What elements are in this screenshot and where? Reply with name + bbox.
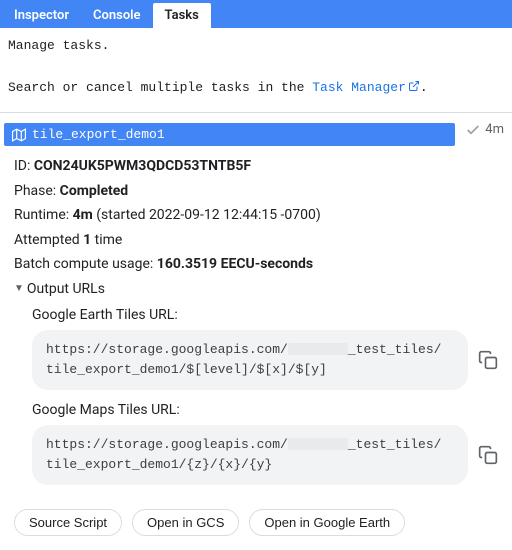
redacted-text	[288, 438, 348, 450]
output-urls-toggle[interactable]: ▼Output URLs	[14, 277, 498, 302]
gm-url-label: Google Maps Tiles URL:	[32, 398, 498, 423]
open-earth-button[interactable]: Open in Google Earth	[249, 509, 405, 536]
task-phase: Completed	[60, 183, 129, 199]
open-gcs-button[interactable]: Open in GCS	[132, 509, 239, 536]
gm-url-value: https://storage.googleapis.com/_test_til…	[32, 425, 468, 485]
intro-line1: Manage tasks.	[8, 36, 504, 57]
redacted-text	[288, 343, 348, 355]
external-link-icon	[408, 79, 420, 91]
tab-inspector[interactable]: Inspector	[2, 3, 81, 28]
task-id: CON24UK5PWM3QDCD53TNTB5F	[34, 158, 251, 174]
intro-text: Manage tasks. Search or cancel multiple …	[0, 28, 512, 113]
task-details: ID: CON24UK5PWM3QDCD53TNTB5F Phase: Comp…	[0, 146, 512, 507]
task-attempts: 1	[83, 232, 91, 248]
task-runtime: 4m	[73, 207, 93, 223]
task-header[interactable]: tile_export_demo1	[4, 123, 455, 146]
copy-gm-url-button[interactable]	[478, 445, 498, 465]
task-status-time: 4m	[485, 122, 504, 137]
tab-tasks[interactable]: Tasks	[153, 3, 211, 28]
tabs-bar: Inspector Console Tasks	[0, 0, 512, 28]
task-manager-link[interactable]: Task Manager	[312, 80, 420, 95]
map-icon	[12, 128, 26, 142]
intro-line2-pre: Search or cancel multiple tasks in the	[8, 80, 312, 95]
chevron-down-icon: ▼	[14, 280, 24, 298]
source-script-button[interactable]: Source Script	[14, 509, 122, 536]
tab-console[interactable]: Console	[81, 3, 153, 28]
ge-url-label: Google Earth Tiles URL:	[32, 303, 498, 328]
task-title: tile_export_demo1	[32, 127, 447, 142]
intro-line2-post: .	[420, 80, 428, 95]
task-actions: Source Script Open in GCS Open in Google…	[0, 507, 512, 550]
task-status: 4m	[459, 122, 512, 138]
check-icon	[465, 122, 481, 138]
copy-ge-url-button[interactable]	[478, 350, 498, 370]
ge-url-value: https://storage.googleapis.com/_test_til…	[32, 330, 468, 390]
task-batch-usage: 160.3519 EECU-seconds	[157, 256, 313, 272]
